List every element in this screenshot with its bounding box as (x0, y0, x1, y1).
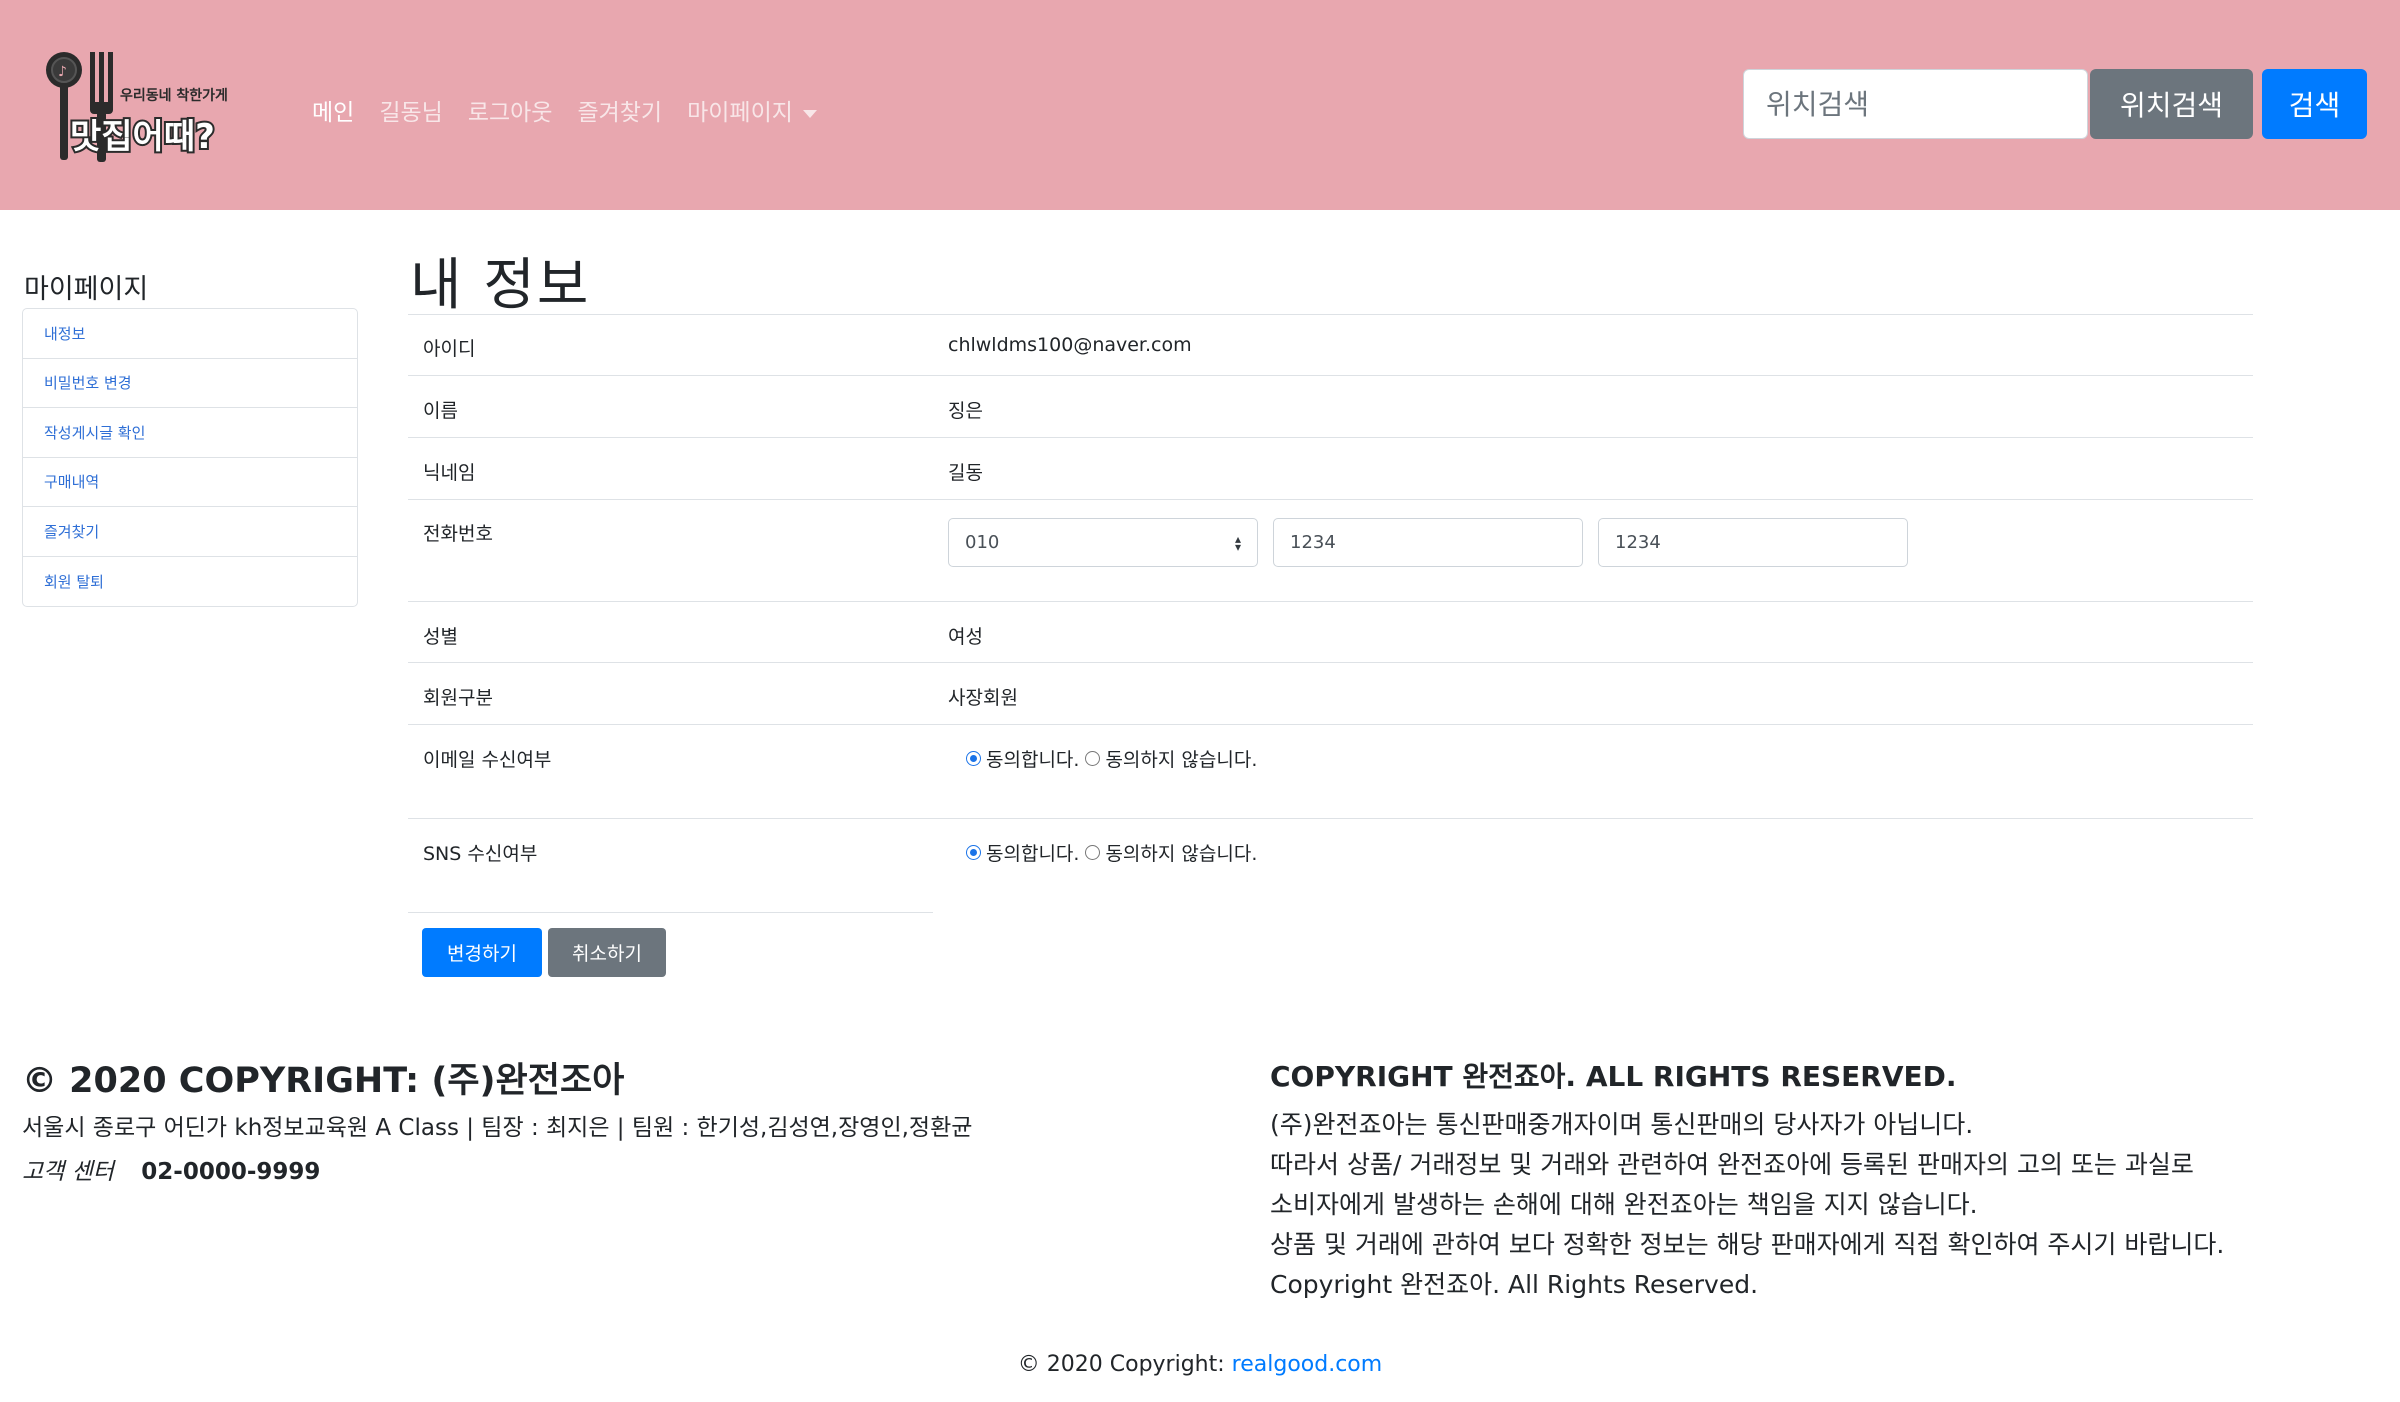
nav-mypage-dropdown[interactable]: 마이페이지 (687, 93, 817, 127)
page-title: 내 정보 (410, 253, 591, 318)
nav-favorites[interactable]: 즐겨찾기 (577, 93, 662, 127)
change-button[interactable]: 변경하기 (422, 928, 542, 977)
row-id: 아이디 chlwldms100@naver.com (408, 314, 2253, 375)
row-sns-opt: SNS 수신여부 동의합니다. 동의하지 않습니다. (408, 818, 2253, 912)
copyright-prefix: © 2020 Copyright: (1017, 1352, 1225, 1377)
nickname-value: 길동 (948, 462, 983, 484)
footer-rights-title: COPYRIGHT 완전죠아. ALL RIGHTS RESERVED. (1270, 1060, 1957, 1093)
email-disagree-radio[interactable] (1085, 751, 1101, 766)
sns-disagree-label[interactable]: 동의하지 않습니다. (1105, 839, 1257, 866)
sns-agree-radio[interactable] (966, 845, 981, 860)
nickname-label: 닉네임 (423, 462, 476, 484)
sidebar-item-change-password[interactable]: 비밀번호 변경 (23, 359, 357, 408)
sidebar-menu: 내정보 비밀번호 변경 작성게시글 확인 구매내역 즐겨찾기 회원 탈퇴 (22, 308, 358, 607)
phone-prefix-value: 010 (965, 532, 1000, 553)
sns-opt-radio-group: 동의합니다. 동의하지 않습니다. (966, 839, 1263, 866)
gender-value: 여성 (948, 626, 983, 648)
sidebar-title: 마이페이지 (24, 274, 149, 305)
member-type-value: 사장회원 (948, 687, 1018, 709)
select-arrows-icon: ▴ ▾ (1234, 531, 1241, 554)
brand-logo[interactable]: ♪ 우리동네 착한가게 맛집어때? (36, 40, 266, 170)
main-nav: 메인 길동님 로그아웃 즐겨찾기 마이페이지 (312, 93, 842, 127)
cs-label: 고객 센터 (22, 1159, 114, 1185)
email-agree-radio[interactable] (966, 751, 981, 766)
nav-mypage-label: 마이페이지 (687, 100, 793, 126)
row-member-type: 회원구분 사장회원 (408, 662, 2253, 724)
search-button[interactable]: 검색 (2262, 69, 2367, 139)
nav-logout[interactable]: 로그아웃 (468, 93, 553, 127)
logo-text: 맛집어때? (70, 117, 215, 157)
sidebar-item-favorites[interactable]: 즐겨찾기 (23, 507, 357, 557)
sns-disagree-radio[interactable] (1085, 845, 1101, 860)
disclaimer-line: Copyright 완전죠아. All Rights Reserved. (1270, 1270, 1759, 1299)
disclaimer-line: 상품 및 거래에 관하여 보다 정확한 정보는 해당 판매자에게 직접 확인하여… (1270, 1230, 2225, 1259)
phone-last-input[interactable] (1598, 518, 1908, 567)
row-email-opt: 이메일 수신여부 동의합니다. 동의하지 않습니다. (408, 724, 2253, 818)
sidebar-item-my-posts[interactable]: 작성게시글 확인 (23, 408, 357, 458)
phone-middle-input[interactable] (1273, 518, 1583, 567)
cancel-button[interactable]: 취소하기 (548, 928, 666, 977)
name-value: 징은 (948, 400, 983, 422)
navbar: ♪ 우리동네 착한가게 맛집어때? 메인 길동님 로그아웃 즐겨찾기 마이페이지… (0, 0, 2400, 210)
footer-disclaimer: (주)완전죠아는 통신판매중개자이며 통신판매의 당사자가 아닙니다. 따라서 … (1270, 1105, 2224, 1305)
disclaimer-line: 소비자에게 발생하는 손해에 대해 완전죠아는 책임을 지지 않습니다. (1270, 1190, 1978, 1219)
sidebar-item-withdraw[interactable]: 회원 탈퇴 (23, 557, 357, 607)
email-disagree-label[interactable]: 동의하지 않습니다. (1105, 745, 1257, 772)
form-divider (408, 912, 933, 913)
svg-text:♪: ♪ (58, 64, 67, 80)
caret-down-icon (802, 109, 817, 118)
sidebar-item-purchases[interactable]: 구매내역 (23, 458, 357, 507)
email-opt-radio-group: 동의합니다. 동의하지 않습니다. (966, 745, 1263, 772)
nav-username[interactable]: 길동님 (379, 93, 442, 127)
sns-agree-label[interactable]: 동의합니다. (986, 839, 1079, 866)
member-type-label: 회원구분 (423, 687, 493, 709)
footer-customer-center: 고객 센터 02-0000-9999 (22, 1152, 320, 1186)
row-phone: 전화번호 010 ▴ ▾ (408, 499, 2253, 601)
email-opt-label: 이메일 수신여부 (423, 749, 552, 771)
cs-number: 02-0000-9999 (141, 1159, 321, 1185)
location-search-input[interactable] (1743, 69, 2088, 139)
copyright-link[interactable]: realgood.com (1232, 1352, 1383, 1377)
footer-company-title: © 2020 COPYRIGHT: (주)완전조아 (22, 1061, 625, 1101)
sidebar-item-my-info[interactable]: 내정보 (23, 309, 357, 359)
id-value: chlwldms100@naver.com (948, 334, 1192, 356)
email-agree-label[interactable]: 동의합니다. (986, 745, 1079, 772)
disclaimer-line: (주)완전죠아는 통신판매중개자이며 통신판매의 당사자가 아닙니다. (1270, 1110, 1974, 1139)
location-search-button[interactable]: 위치검색 (2090, 69, 2253, 139)
row-name: 이름 징은 (408, 375, 2253, 437)
phone-label: 전화번호 (423, 523, 493, 545)
disclaimer-line: 따라서 상품/ 거래정보 및 거래와 관련하여 완전죠아에 등록된 판매자의 고… (1270, 1150, 2194, 1179)
nav-main[interactable]: 메인 (312, 93, 354, 127)
id-label: 아이디 (423, 338, 476, 360)
phone-prefix-select[interactable]: 010 ▴ ▾ (948, 518, 1258, 567)
copyright-line: © 2020 Copyright: realgood.com (0, 1352, 2400, 1377)
name-label: 이름 (423, 400, 458, 422)
row-gender: 성별 여성 (408, 601, 2253, 662)
logo-subtext: 우리동네 착한가게 (120, 87, 228, 104)
row-nickname: 닉네임 길동 (408, 437, 2253, 499)
sns-opt-label: SNS 수신여부 (423, 843, 538, 865)
footer-address: 서울시 종로구 어딘가 kh정보교육원 A Class | 팀장 : 최지은 |… (22, 1115, 973, 1141)
gender-label: 성별 (423, 626, 458, 648)
